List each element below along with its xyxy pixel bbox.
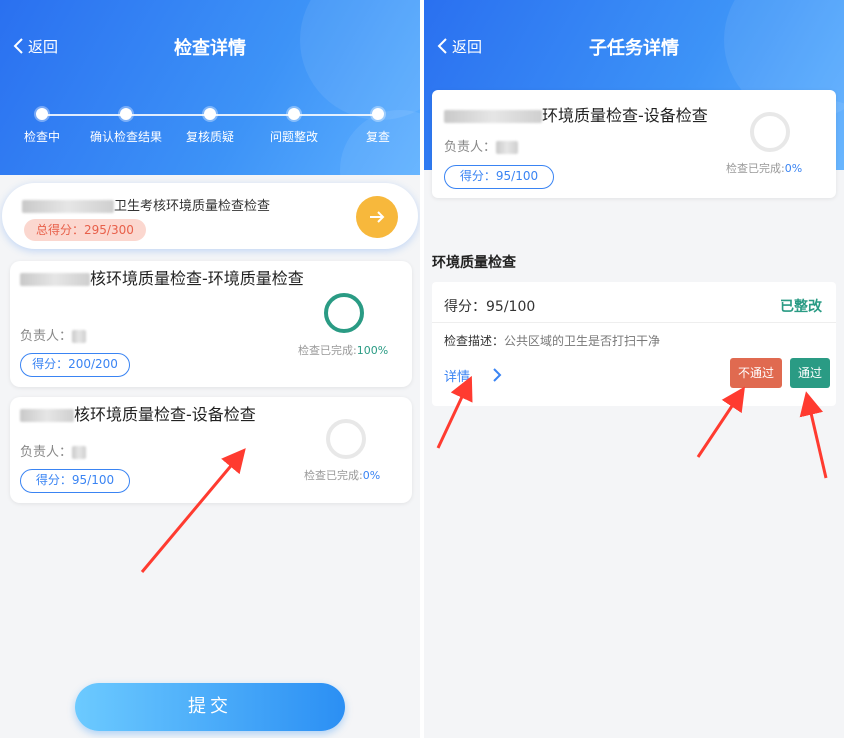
- check-item-card: 得分：95/100 已整改 检查描述：公共区域的卫生是否打扫干净 详情 不通过 …: [432, 282, 836, 406]
- subtask-owner: 负责人：: [444, 136, 519, 155]
- subtask-card: 环境质量检查-设备检查 负责人： 得分：95/100 检查已完成:0%: [432, 90, 836, 198]
- task-card[interactable]: 核环境质量检查-环境质量检查 负责人： 得分：200/200 检查已完成:100…: [10, 261, 412, 387]
- go-button[interactable]: [356, 196, 398, 238]
- subtask-progress: 检查已完成:0%: [726, 162, 803, 175]
- step-rectify: 问题整改: [249, 105, 339, 145]
- page-title: 子任务详情: [589, 38, 679, 59]
- task-card[interactable]: 核环境质量检查-设备检查 负责人： 得分：95/100 检查已完成:0%: [10, 397, 412, 503]
- subtask-name: 环境质量检查-设备检查: [444, 102, 708, 126]
- pass-button[interactable]: 通过: [790, 358, 830, 388]
- fail-button[interactable]: 不通过: [730, 358, 782, 388]
- task-name: 核环境质量检查-环境质量检查: [20, 269, 310, 289]
- summary-title: 卫生考核环境质量检查检查: [22, 195, 270, 214]
- inspection-detail-screen: 返回 检查详情 检查中 确认检查结果 复核质疑 问题整改 复查 卫生考核环境质量…: [0, 0, 420, 738]
- task-score-badge: 得分：95/100: [20, 469, 130, 493]
- total-score-badge: 总得分：295/300: [24, 219, 146, 241]
- progress-ring: [750, 112, 790, 152]
- page-title: 检查详情: [174, 38, 246, 59]
- item-score: 得分：95/100: [444, 299, 536, 315]
- progress-steps: 检查中 确认检查结果 复核质疑 问题整改 复查: [0, 105, 420, 145]
- step-review-query: 复核质疑: [165, 105, 255, 145]
- item-description: 检查描述：公共区域的卫生是否打扫干净: [444, 334, 661, 348]
- subtask-detail-screen: 返回 子任务详情 环境质量检查-设备检查 负责人： 得分：95/100 检查已完…: [424, 0, 844, 738]
- task-score-badge: 得分：200/200: [20, 353, 130, 377]
- step-confirm-result: 确认检查结果: [81, 105, 171, 145]
- task-owner: 负责人：: [20, 325, 87, 344]
- step-inspecting: 检查中: [0, 105, 87, 145]
- task-progress: 检查已完成:100%: [298, 344, 389, 357]
- detail-link[interactable]: 详情: [444, 364, 502, 386]
- task-name: 核环境质量检查-设备检查: [20, 405, 310, 425]
- step-recheck: 复查: [333, 105, 420, 145]
- status-badge: 已整改: [780, 299, 822, 315]
- arrow-right-icon: [370, 211, 385, 223]
- submit-button[interactable]: 提交: [75, 683, 345, 731]
- section-title: 环境质量检查: [432, 255, 516, 271]
- chevron-right-icon: [493, 368, 502, 382]
- task-owner: 负责人：: [20, 441, 87, 460]
- detail-label: 详情: [444, 369, 471, 385]
- progress-ring: [326, 419, 366, 459]
- task-progress: 检查已完成:0%: [304, 469, 381, 482]
- summary-card[interactable]: 卫生考核环境质量检查检查 总得分：295/300: [2, 183, 418, 249]
- subtask-score-badge: 得分：95/100: [444, 165, 554, 189]
- progress-ring: [324, 293, 364, 333]
- header: 返回 检查详情 检查中 确认检查结果 复核质疑 问题整改 复查: [0, 0, 420, 175]
